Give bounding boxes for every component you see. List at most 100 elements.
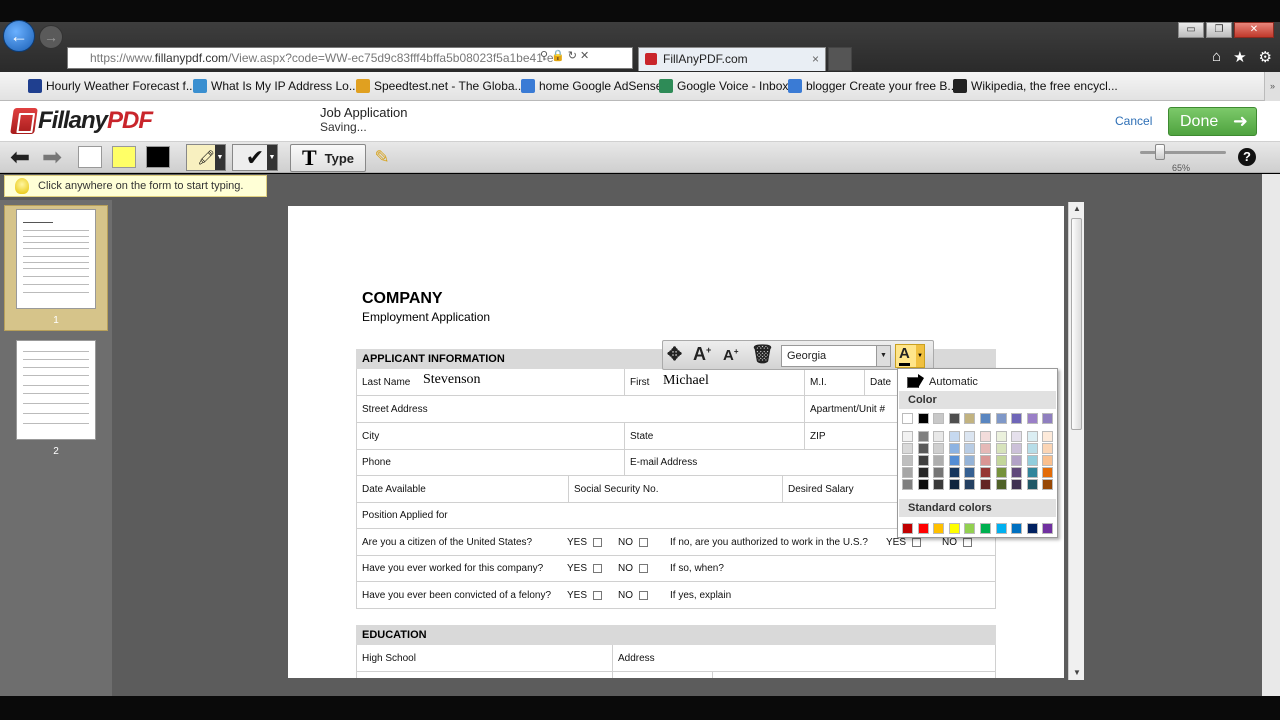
page-thumbnail-1[interactable] xyxy=(16,209,96,309)
dropdown-arrow-icon[interactable]: ▼ xyxy=(215,145,225,170)
standard-color-swatch[interactable] xyxy=(1026,523,1038,534)
minimize-button[interactable]: ▭ xyxy=(1178,22,1204,38)
theme-shade-swatch[interactable] xyxy=(980,467,991,478)
theme-shade-swatch[interactable] xyxy=(948,431,960,442)
undo-arrow-icon[interactable]: ⬅ xyxy=(6,144,34,171)
theme-shade-swatch[interactable] xyxy=(1011,479,1023,490)
theme-shade-swatch[interactable] xyxy=(964,479,976,490)
theme-color-swatch[interactable] xyxy=(933,413,945,424)
checkbox[interactable] xyxy=(963,537,972,547)
checkbox[interactable] xyxy=(593,590,603,600)
school-address-field[interactable]: Address xyxy=(613,645,995,671)
theme-color-swatch[interactable] xyxy=(1011,413,1023,424)
theme-shade-swatch[interactable] xyxy=(948,467,960,478)
standard-color-swatch[interactable] xyxy=(995,523,1007,534)
scroll-up-arrow-icon[interactable]: ▲ xyxy=(1069,202,1085,216)
done-button[interactable]: Done ➜ xyxy=(1168,107,1257,136)
scrollbar-thumb[interactable] xyxy=(1071,218,1082,430)
theme-shade-swatch[interactable] xyxy=(1026,455,1038,466)
browser-tab[interactable]: FillAnyPDF.com × xyxy=(638,47,826,71)
theme-shade-swatch[interactable] xyxy=(964,467,976,478)
settings-gear-icon[interactable]: ⚙ xyxy=(1259,48,1272,66)
restore-button[interactable]: ❐ xyxy=(1206,22,1232,38)
theme-shade-swatch[interactable] xyxy=(948,455,960,466)
close-window-button[interactable]: ✕ xyxy=(1234,22,1274,38)
theme-shade-swatch[interactable] xyxy=(980,479,991,490)
theme-shade-swatch[interactable] xyxy=(1026,479,1038,490)
font-size-increase-icon[interactable]: A+ xyxy=(693,344,711,365)
favorite-link[interactable]: Google Voice - Inbox xyxy=(659,79,788,93)
last-name-field[interactable]: Last Name xyxy=(357,369,625,395)
theme-shade-swatch[interactable] xyxy=(995,467,1007,478)
standard-color-swatch[interactable] xyxy=(964,523,976,534)
phone-field[interactable]: Phone xyxy=(357,450,625,475)
theme-shade-swatch[interactable] xyxy=(980,431,991,442)
theme-shade-swatch[interactable] xyxy=(948,443,960,454)
theme-shade-swatch[interactable] xyxy=(902,431,913,442)
black-color-swatch[interactable] xyxy=(146,146,170,168)
theme-color-swatch[interactable] xyxy=(980,413,991,424)
pencil-icon[interactable]: ✎ xyxy=(370,146,394,168)
theme-shade-swatch[interactable] xyxy=(933,431,945,442)
theme-shade-swatch[interactable] xyxy=(1011,431,1023,442)
theme-shade-swatch[interactable] xyxy=(964,431,976,442)
checkmark-tool[interactable]: ✔ ▼ xyxy=(232,144,278,171)
theme-shade-swatch[interactable] xyxy=(1042,443,1054,454)
zoom-slider-track[interactable] xyxy=(1140,151,1226,154)
theme-shade-swatch[interactable] xyxy=(1011,443,1023,454)
theme-shade-swatch[interactable] xyxy=(995,431,1007,442)
theme-shade-swatch[interactable] xyxy=(917,443,929,454)
theme-shade-swatch[interactable] xyxy=(1026,431,1038,442)
theme-shade-swatch[interactable] xyxy=(917,479,929,490)
help-icon[interactable]: ? xyxy=(1238,148,1256,166)
theme-shade-swatch[interactable] xyxy=(1042,431,1054,442)
theme-shade-swatch[interactable] xyxy=(995,479,1007,490)
stop-icon[interactable]: ✕ xyxy=(580,50,592,62)
theme-shade-swatch[interactable] xyxy=(902,455,913,466)
cancel-link[interactable]: Cancel xyxy=(1115,114,1152,128)
tab-close-icon[interactable]: × xyxy=(812,48,819,70)
move-icon[interactable]: ✥ xyxy=(667,344,682,365)
if-so-when-field[interactable]: If so, when? xyxy=(665,556,865,581)
white-color-swatch[interactable] xyxy=(78,146,102,168)
page-thumbnail-2[interactable] xyxy=(16,340,96,440)
standard-color-swatch[interactable] xyxy=(1042,523,1054,534)
theme-shade-swatch[interactable] xyxy=(1042,455,1054,466)
type-tool-button[interactable]: T Type xyxy=(290,144,366,172)
checkbox[interactable] xyxy=(639,537,648,547)
text-color-button[interactable]: A ▼ xyxy=(895,344,925,368)
document-vertical-scrollbar[interactable]: ▲ ▼ xyxy=(1068,202,1084,680)
automatic-color-option[interactable]: Automatic xyxy=(902,373,1052,391)
state-field[interactable]: State xyxy=(625,423,805,449)
theme-color-swatch[interactable] xyxy=(1042,413,1054,424)
standard-color-swatch[interactable] xyxy=(917,523,929,534)
scroll-down-arrow-icon[interactable]: ▼ xyxy=(1069,666,1085,680)
font-size-decrease-icon[interactable]: A+ xyxy=(723,347,739,364)
dropdown-arrow-icon[interactable]: ▼ xyxy=(267,145,277,170)
high-school-field[interactable]: High School xyxy=(357,645,613,671)
theme-shade-swatch[interactable] xyxy=(1011,467,1023,478)
home-icon[interactable]: ⌂ xyxy=(1212,48,1221,66)
theme-color-swatch[interactable] xyxy=(1026,413,1038,424)
theme-shade-swatch[interactable] xyxy=(902,467,913,478)
theme-color-swatch[interactable] xyxy=(964,413,976,424)
theme-shade-swatch[interactable] xyxy=(902,443,913,454)
standard-color-swatch[interactable] xyxy=(980,523,991,534)
new-tab-button[interactable] xyxy=(828,47,852,71)
yellow-color-swatch[interactable] xyxy=(112,146,136,168)
forward-arrow-icon[interactable]: → xyxy=(39,25,63,49)
felony-no[interactable]: NO xyxy=(613,582,663,608)
favorite-link[interactable]: blogger Create your free B... xyxy=(788,79,957,93)
favorites-star-icon[interactable]: ★ xyxy=(1233,48,1246,66)
date-available-field[interactable]: Date Available xyxy=(357,476,569,502)
theme-shade-swatch[interactable] xyxy=(980,443,991,454)
dropdown-arrow-icon[interactable]: ▼ xyxy=(916,345,924,367)
theme-shade-swatch[interactable] xyxy=(1042,479,1054,490)
first-name-field[interactable]: First xyxy=(625,369,805,395)
theme-shade-swatch[interactable] xyxy=(1026,443,1038,454)
theme-shade-swatch[interactable] xyxy=(917,455,929,466)
back-arrow-icon[interactable]: ← xyxy=(3,20,35,52)
favorite-link[interactable]: home Google AdSense xyxy=(521,79,662,93)
theme-shade-swatch[interactable] xyxy=(902,479,913,490)
theme-shade-swatch[interactable] xyxy=(995,443,1007,454)
